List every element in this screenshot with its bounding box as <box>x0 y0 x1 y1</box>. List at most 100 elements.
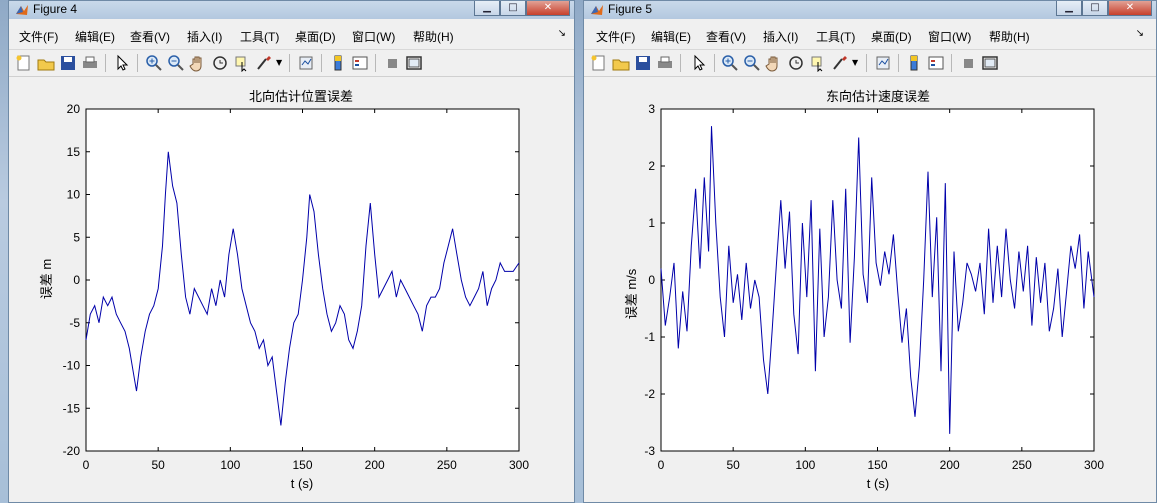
x-tick-label: 150 <box>292 458 312 472</box>
pan-hand-icon[interactable] <box>765 54 783 72</box>
y-tick-label: 20 <box>67 102 81 116</box>
title-bar[interactable]: Figure 4 ▁ □ ✕ <box>9 1 574 19</box>
menu-view[interactable]: 查看(V) <box>130 28 170 45</box>
zoom-in-icon[interactable] <box>145 54 163 72</box>
matlab-logo-icon <box>16 5 28 15</box>
x-tick-label: 200 <box>365 458 385 472</box>
link-plot-icon[interactable] <box>874 54 892 72</box>
zoom-out-icon[interactable] <box>167 54 185 72</box>
hide-plot-tools-icon[interactable] <box>959 54 977 72</box>
y-tick-label: -2 <box>644 387 655 401</box>
brush-dropdown-icon[interactable]: ▼ <box>852 58 858 67</box>
x-tick-label: 50 <box>151 458 165 472</box>
window-title: Figure 5 <box>608 2 653 16</box>
legend-icon[interactable] <box>351 54 369 72</box>
chevron-down-icon[interactable]: ↘ <box>1136 28 1144 39</box>
link-plot-icon[interactable] <box>297 54 315 72</box>
x-tick-label: 300 <box>1084 458 1104 472</box>
menu-edit[interactable]: 编辑(E) <box>75 28 115 45</box>
data-cursor-icon[interactable] <box>809 54 827 72</box>
y-tick-label: -20 <box>63 444 81 458</box>
menu-insert[interactable]: 插入(I) <box>187 28 222 45</box>
pointer-icon[interactable] <box>690 54 708 72</box>
maximize-button[interactable]: □ <box>500 1 526 16</box>
chart-title: 北向估计位置误差 <box>249 89 353 104</box>
title-bar[interactable]: Figure 5 ▁ □ ✕ <box>584 1 1156 19</box>
figure-window-4[interactable]: Figure 4 ▁ □ ✕ 文件(F) 编辑(E) 查看(V) 插入(I) 工… <box>8 0 575 503</box>
open-file-icon[interactable] <box>37 54 55 72</box>
menu-window[interactable]: 窗口(W) <box>928 28 971 45</box>
close-button[interactable]: ✕ <box>526 1 570 16</box>
close-icon: ✕ <box>1125 2 1135 13</box>
colorbar-icon[interactable] <box>329 54 347 72</box>
legend-icon[interactable] <box>927 54 945 72</box>
maximize-icon: □ <box>508 2 518 13</box>
new-figure-icon[interactable] <box>15 54 33 72</box>
menu-tools[interactable]: 工具(T) <box>240 28 279 45</box>
minimize-button[interactable]: ▁ <box>1056 1 1082 16</box>
x-tick-label: 0 <box>658 458 665 472</box>
zoom-in-icon[interactable] <box>721 54 739 72</box>
toolbar-separator <box>680 54 681 72</box>
plot-area[interactable]: 北向估计位置误差 0 50 100 150 200 250 300 -20 -15 -10 -5 0 5… <box>9 76 574 502</box>
minimize-button[interactable]: ▁ <box>474 1 500 16</box>
y-tick-label: -15 <box>63 401 81 415</box>
x-tick-label: 100 <box>795 458 815 472</box>
menu-help[interactable]: 帮助(H) <box>413 28 454 45</box>
toolbar-separator <box>321 54 322 72</box>
colorbar-icon[interactable] <box>905 54 923 72</box>
menu-desktop[interactable]: 桌面(D) <box>871 28 912 45</box>
pan-hand-icon[interactable] <box>189 54 207 72</box>
maximize-button[interactable]: □ <box>1082 1 1108 16</box>
caption-buttons: ▁ □ ✕ <box>1056 1 1152 17</box>
y-tick-label: -1 <box>644 330 655 344</box>
window-title: Figure 4 <box>33 2 78 16</box>
new-figure-icon[interactable] <box>590 54 608 72</box>
pointer-icon[interactable] <box>113 54 131 72</box>
data-cursor-icon[interactable] <box>233 54 251 72</box>
toolbar-separator <box>289 54 290 72</box>
rotate-3d-icon[interactable] <box>787 54 805 72</box>
brush-icon[interactable] <box>255 54 273 72</box>
close-button[interactable]: ✕ <box>1108 1 1152 16</box>
hide-plot-tools-icon[interactable] <box>383 54 401 72</box>
menu-edit[interactable]: 编辑(E) <box>651 28 691 45</box>
brush-icon[interactable] <box>831 54 849 72</box>
y-axis-label: 误差 m <box>39 259 54 299</box>
toolbar-separator <box>105 54 106 72</box>
menu-tools[interactable]: 工具(T) <box>816 28 855 45</box>
save-icon[interactable] <box>634 54 652 72</box>
minimize-icon: ▁ <box>483 2 491 13</box>
y-tick-label: -10 <box>63 359 81 373</box>
toolbar-separator <box>898 54 899 72</box>
brush-dropdown-icon[interactable]: ▼ <box>276 58 282 67</box>
menu-view[interactable]: 查看(V) <box>706 28 746 45</box>
chevron-down-icon[interactable]: ↘ <box>558 28 566 39</box>
toolbar-separator <box>866 54 867 72</box>
menu-help[interactable]: 帮助(H) <box>989 28 1030 45</box>
zoom-out-icon[interactable] <box>743 54 761 72</box>
x-axis-label: t (s) <box>867 476 889 491</box>
show-plot-tools-icon[interactable] <box>981 54 999 72</box>
chart-title: 东向估计速度误差 <box>826 89 930 104</box>
menu-window[interactable]: 窗口(W) <box>352 28 395 45</box>
menu-desktop[interactable]: 桌面(D) <box>295 28 336 45</box>
y-tick-label: 5 <box>73 230 80 244</box>
toolbar-separator <box>375 54 376 72</box>
menu-file[interactable]: 文件(F) <box>19 28 58 45</box>
matlab-logo-icon <box>591 5 603 15</box>
figure-window-5[interactable]: Figure 5 ▁ □ ✕ 文件(F) 编辑(E) 查看(V) 插入(I) 工… <box>583 0 1157 503</box>
y-axis-label: 误差 m/s <box>624 268 639 319</box>
rotate-3d-icon[interactable] <box>211 54 229 72</box>
y-tick-label: 15 <box>67 145 81 159</box>
plot-area[interactable]: 东向估计速度误差 0 50 100 150 200 250 300 -3 -2 -1 0 1 2 3 t … <box>584 76 1156 502</box>
open-file-icon[interactable] <box>612 54 630 72</box>
save-icon[interactable] <box>59 54 77 72</box>
menu-file[interactable]: 文件(F) <box>596 28 635 45</box>
menu-insert[interactable]: 插入(I) <box>763 28 798 45</box>
toolbar-separator <box>951 54 952 72</box>
print-icon[interactable] <box>656 54 674 72</box>
menu-bar: 文件(F) 编辑(E) 查看(V) 插入(I) 工具(T) 桌面(D) 窗口(W… <box>9 25 574 45</box>
print-icon[interactable] <box>81 54 99 72</box>
show-plot-tools-icon[interactable] <box>405 54 423 72</box>
